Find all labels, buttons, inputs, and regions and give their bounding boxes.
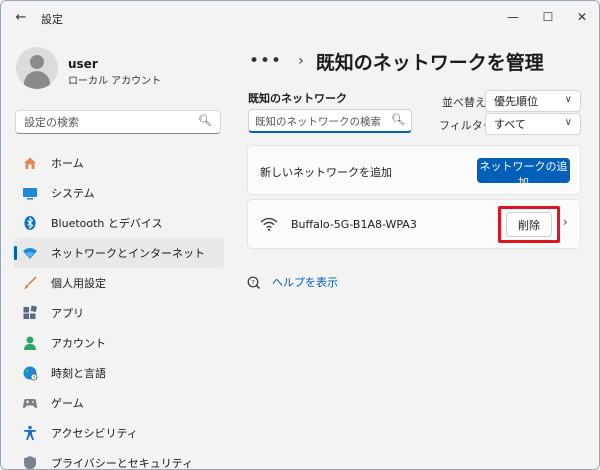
avatar[interactable]	[16, 47, 58, 89]
sidebar-item-time-language[interactable]: 時刻と言語	[13, 358, 224, 388]
sidebar-item-label: Bluetooth とデバイス	[51, 217, 163, 230]
chevron-right-icon[interactable]: ›	[563, 215, 568, 229]
sidebar-item-apps[interactable]: アプリ	[13, 298, 224, 328]
search-icon[interactable]: 🔍︎	[391, 113, 405, 126]
accessibility-icon	[22, 425, 38, 441]
back-arrow-icon: ←	[15, 10, 27, 25]
title-bar: ← 設定 — ☐ ✕	[1, 1, 599, 35]
sidebar-item-home[interactable]: ホーム	[13, 148, 224, 178]
avatar-body-icon	[24, 71, 50, 89]
sidebar-item-label: システム	[51, 187, 95, 200]
known-networks-label: 既知のネットワーク	[248, 92, 347, 105]
globe-icon	[22, 365, 38, 381]
help-icon: ?	[247, 275, 261, 289]
sort-label: 並べ替え:	[442, 96, 490, 109]
settings-search-box: 🔍︎	[15, 110, 221, 134]
sidebar-nav: ホーム システム Bluetooth とデバイス ネットワークとインターネット …	[13, 148, 224, 470]
add-network-card: 新しいネットワークを追加 ネットワークの追加	[247, 145, 581, 195]
delete-network-button[interactable]: 削除	[506, 212, 552, 237]
maximize-button[interactable]: ☐	[533, 7, 563, 27]
network-row[interactable]: Buffalo-5G-B1A8-WPA3 削除 ›	[247, 199, 581, 249]
page-title: 既知のネットワークを管理	[315, 51, 544, 74]
gamepad-icon	[22, 395, 38, 411]
network-search-input[interactable]	[249, 111, 389, 133]
sidebar-item-personalization[interactable]: 個人用設定	[13, 268, 224, 298]
sidebar-item-label: 個人用設定	[51, 277, 106, 290]
network-icon	[22, 245, 38, 261]
sidebar-item-bluetooth[interactable]: Bluetooth とデバイス	[13, 208, 224, 238]
sidebar-item-label: ホーム	[51, 157, 84, 170]
avatar-head-icon	[30, 55, 44, 69]
breadcrumb-more-button[interactable]: •••	[249, 51, 282, 71]
account-icon	[22, 335, 38, 351]
close-button[interactable]: ✕	[567, 7, 597, 27]
minimize-button[interactable]: —	[498, 7, 528, 27]
network-ssid: Buffalo-5G-B1A8-WPA3	[291, 218, 417, 231]
sidebar-item-privacy[interactable]: プライバシーとセキュリティ	[13, 448, 224, 470]
back-button[interactable]: ←	[11, 9, 31, 27]
chevron-right-icon: ›	[298, 53, 304, 69]
filter-dropdown[interactable]: すべて ∨	[485, 113, 581, 135]
maximize-icon: ☐	[542, 10, 554, 24]
sort-dropdown[interactable]: 優先順位 ∨	[485, 90, 581, 112]
sidebar-item-label: ネットワークとインターネット	[51, 247, 205, 260]
sort-value: 優先順位	[494, 95, 538, 108]
add-network-button[interactable]: ネットワークの追加	[477, 158, 570, 189]
sidebar-item-gaming[interactable]: ゲーム	[13, 388, 224, 418]
wifi-icon	[260, 216, 278, 232]
user-name: user	[68, 57, 98, 71]
apps-icon	[22, 305, 38, 321]
home-icon	[22, 155, 38, 171]
sidebar-item-accessibility[interactable]: アクセシビリティ	[13, 418, 224, 448]
sidebar-item-network[interactable]: ネットワークとインターネット	[13, 238, 224, 268]
sidebar-item-system[interactable]: システム	[13, 178, 224, 208]
minimize-icon: —	[507, 10, 519, 24]
bluetooth-icon	[22, 215, 38, 231]
add-network-label: 新しいネットワークを追加	[260, 166, 392, 179]
app-title: 設定	[41, 13, 63, 26]
sidebar-item-accounts[interactable]: アカウント	[13, 328, 224, 358]
network-search-box: 🔍︎	[248, 109, 412, 133]
shield-icon	[22, 455, 38, 469]
sidebar-item-label: アカウント	[51, 337, 106, 350]
settings-window: ← 設定 — ☐ ✕ user ローカル アカウント 🔍︎ ホーム システム	[0, 0, 600, 470]
chevron-down-icon: ∨	[564, 94, 572, 105]
sidebar-item-label: 時刻と言語	[51, 367, 106, 380]
close-icon: ✕	[576, 10, 588, 24]
sidebar-item-label: アプリ	[51, 307, 84, 320]
svg-text:?: ?	[251, 278, 254, 286]
help-link[interactable]: ヘルプを表示	[272, 274, 338, 290]
sidebar-item-label: アクセシビリティ	[51, 427, 138, 440]
sidebar-item-label: ゲーム	[51, 397, 84, 410]
account-type: ローカル アカウント	[68, 76, 162, 87]
search-icon[interactable]: 🔍︎	[198, 114, 212, 127]
sidebar-item-label: プライバシーとセキュリティ	[51, 457, 194, 470]
brush-icon	[22, 275, 38, 291]
breadcrumb: ••• › 既知のネットワークを管理	[249, 47, 544, 75]
filter-value: すべて	[494, 118, 526, 131]
help-section: ? ヘルプを表示	[247, 274, 338, 290]
system-icon	[22, 185, 38, 201]
settings-search-input[interactable]	[16, 111, 196, 134]
chevron-down-icon: ∨	[564, 117, 572, 128]
